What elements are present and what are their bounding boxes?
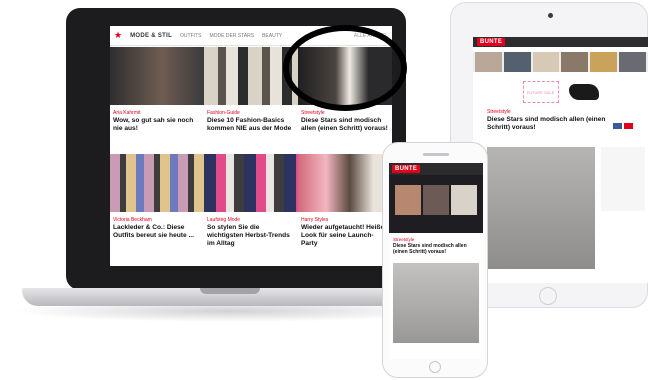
nav-link-mode-der-stars[interactable]: MODE DER STARS <box>209 33 254 39</box>
teaser-image[interactable] <box>475 52 502 72</box>
article-kicker: Streetstyle <box>487 109 511 115</box>
article-headline[interactable]: Diese Stars sind modisch allen (einen Sc… <box>487 116 607 132</box>
image-row-bottom <box>110 154 392 212</box>
teaser-image[interactable] <box>503 52 531 72</box>
article-kicker: Harry Styles <box>301 217 329 223</box>
teaser-image[interactable] <box>619 52 646 72</box>
nav-link-beauty[interactable]: BEAUTY <box>262 33 282 39</box>
article-kicker: Laufsteg Mode <box>207 217 241 223</box>
tablet-teaser-strip <box>473 52 648 72</box>
article-card[interactable]: Laufsteg Mode So stylen Sie die wichtigs… <box>204 215 298 250</box>
article-card[interactable]: Streetstyle Diese Stars sind modisch all… <box>298 108 392 135</box>
article-image[interactable] <box>298 154 392 212</box>
sidebar-ad[interactable] <box>601 147 645 211</box>
article-card[interactable]: Aria Kahrmit Wow, so gut sah sie noch ni… <box>110 108 204 135</box>
article-photo <box>487 147 595 269</box>
bunte-logo[interactable]: BUNTE <box>392 165 421 173</box>
ad-label: FUTURE SALE <box>522 81 559 103</box>
article-headline[interactable]: Lackleder & Co.: Diese Outfits bereut si… <box>113 224 201 240</box>
article-kicker: Victoria Beckham <box>113 217 152 223</box>
home-button[interactable] <box>429 361 441 373</box>
card-row-bottom: Victoria Beckham Lackleder & Co.: Diese … <box>110 215 392 250</box>
article-photo <box>393 263 479 343</box>
bunte-logo[interactable]: BUNTE <box>477 38 506 46</box>
camera-icon <box>548 13 553 18</box>
article-image[interactable] <box>110 47 204 105</box>
article-headline[interactable]: Diese Stars sind modisch allen (einen Sc… <box>301 117 389 133</box>
article-kicker: Streetstyle <box>393 237 415 242</box>
facebook-icon[interactable] <box>613 123 622 129</box>
share-buttons <box>613 123 633 129</box>
star-icon: ★ <box>114 30 123 40</box>
article-kicker: Fashion-Guide <box>207 110 240 116</box>
phone-topbar: BUNTE <box>389 163 483 175</box>
teaser-image[interactable] <box>451 185 477 215</box>
brand-label[interactable]: MODE & STIL <box>130 33 172 39</box>
nav-link-outfits[interactable]: OUTFITS <box>180 33 201 39</box>
teaser-image[interactable] <box>590 52 618 72</box>
article-kicker: Aria Kahrmit <box>113 110 141 116</box>
home-button[interactable] <box>539 287 557 305</box>
phone-screen: BUNTE Streetstyle Diese Stars sind modis… <box>389 163 483 359</box>
share-icon[interactable] <box>624 123 633 129</box>
tablet-screen: BUNTE FUTURE SALE Streetstyle Diese Star… <box>473 37 648 283</box>
article-headline[interactable]: Wieder aufgetaucht! Heißer Look für sein… <box>301 224 389 248</box>
teaser-image[interactable] <box>423 185 449 215</box>
article-headline[interactable]: So stylen Sie die wichtigsten Herbst-Tre… <box>207 224 295 248</box>
laptop-notch <box>200 288 260 294</box>
tablet-ad-banner[interactable]: FUTURE SALE <box>473 77 648 107</box>
article-card[interactable]: Fashion-Guide Diese 10 Fashion-Basics ko… <box>204 108 298 135</box>
shoe-image <box>568 84 599 100</box>
article-headline[interactable]: Wow, so gut sah sie noch nie aus! <box>113 117 201 133</box>
highlight-circle <box>283 25 407 111</box>
speaker-icon <box>423 153 449 156</box>
tablet-topbar: BUNTE <box>473 37 648 47</box>
teaser-image[interactable] <box>395 185 421 215</box>
teaser-image[interactable] <box>532 52 560 72</box>
article-headline[interactable]: Diese 10 Fashion-Basics kommen NIE aus d… <box>207 117 295 133</box>
article-headline[interactable]: Diese Stars sind modisch allen (einen Sc… <box>393 243 477 255</box>
article-image[interactable] <box>110 154 204 212</box>
teaser-image[interactable] <box>561 52 589 72</box>
phone-frame: BUNTE Streetstyle Diese Stars sind modis… <box>382 142 488 378</box>
article-card[interactable]: Harry Styles Wieder aufgetaucht! Heißer … <box>298 215 392 250</box>
article-card[interactable]: Victoria Beckham Lackleder & Co.: Diese … <box>110 215 204 250</box>
article-image[interactable] <box>204 154 298 212</box>
card-row-top: Aria Kahrmit Wow, so gut sah sie noch ni… <box>110 108 392 135</box>
